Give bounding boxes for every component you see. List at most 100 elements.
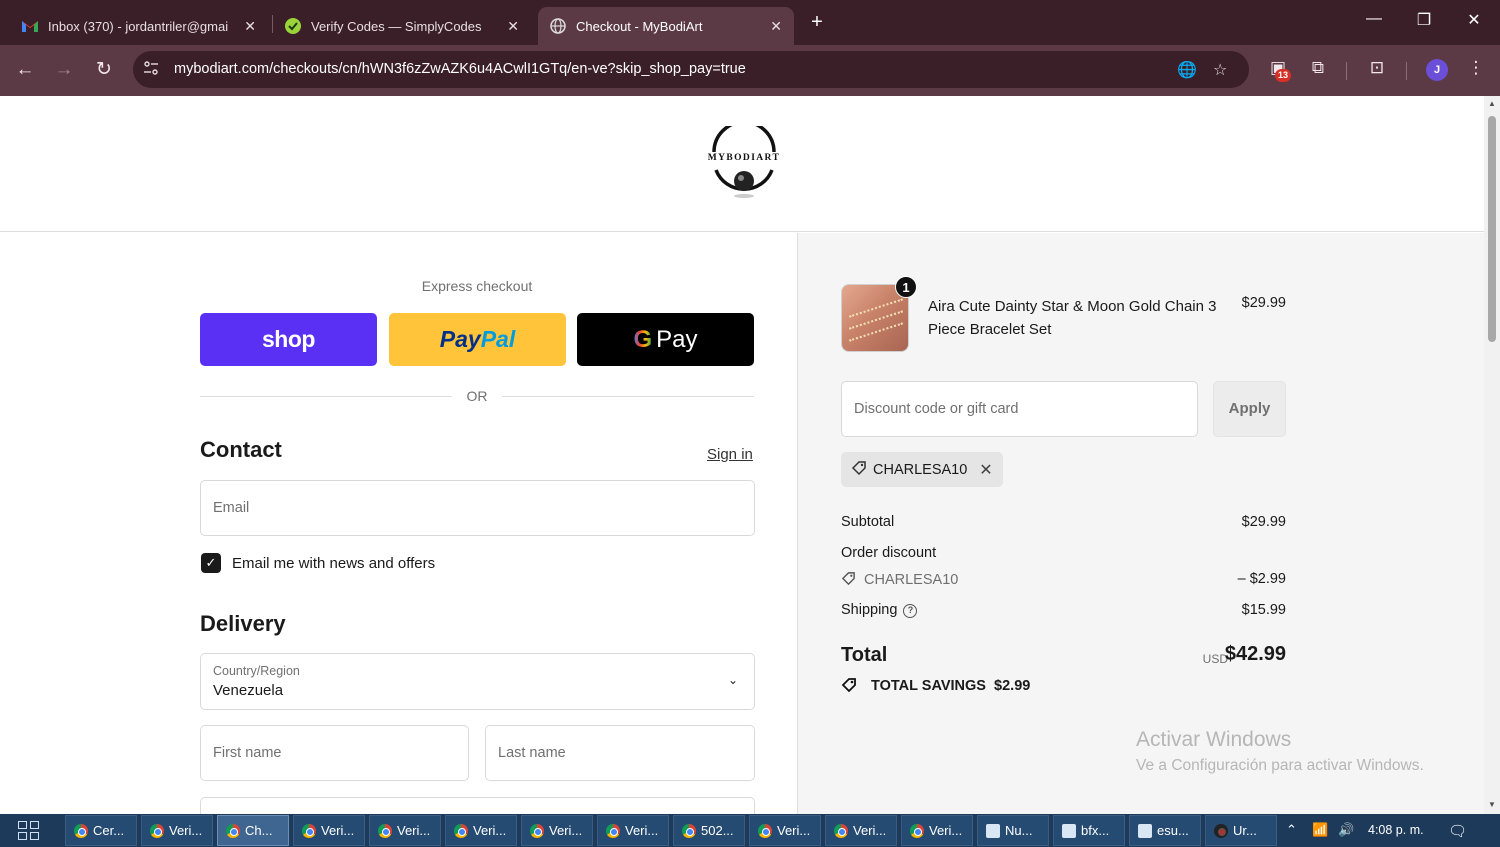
taskbar-label: Cer... [93,823,125,838]
chrome-icon [378,823,392,838]
last-name-field[interactable]: Last name [485,725,755,781]
reload-icon[interactable]: ↻ [92,58,116,82]
start-icon[interactable] [18,821,40,841]
subtotal-label: Subtotal [841,514,895,530]
product-price: $29.99 [1241,295,1286,311]
new-tab-button[interactable]: + [806,11,828,34]
close-tab-icon[interactable]: ✕ [244,18,256,35]
taskbar-label: Veri... [777,823,811,838]
contact-heading: Contact [200,437,282,462]
chrome-icon [74,823,88,838]
network-icon[interactable]: 📶 [1312,822,1328,838]
taskbar-notepad-window[interactable]: esu... [1129,815,1201,846]
tab-title: Checkout - MyBodiArt [576,18,703,34]
first-name-placeholder: First name [213,745,282,761]
url-text[interactable]: mybodiart.com/checkouts/cn/hWN3f6zZwAZK6… [174,61,746,77]
address-bar[interactable]: mybodiart.com/checkouts/cn/hWN3f6zZwAZK6… [133,51,1249,88]
tab-simplycodes[interactable]: Verify Codes — SimplyCodes ✕ [273,7,531,45]
taskbar-label: Veri... [169,823,203,838]
checkout-page: MYBODIART Express checkout shop Pay Pal G… [0,96,1484,814]
chrome-icon [302,823,316,838]
notifications-icon[interactable]: 🗨 [1448,822,1467,840]
taskbar-chrome-window[interactable]: 502... [673,815,745,846]
scroll-down-icon[interactable]: ▼ [1487,800,1497,809]
taskbar-label: Veri... [473,823,507,838]
volume-icon[interactable]: 🔊 [1338,822,1354,838]
chrome-icon [606,823,620,838]
taskbar-chrome-window[interactable]: Cer... [65,815,137,846]
taskbar-chrome-window[interactable]: Ch... [217,815,289,846]
taskbar-chrome-window[interactable]: Veri... [293,815,365,846]
shop-pay-button[interactable]: shop [200,313,377,366]
order-summary: 1 Aira Cute Dainty Star & Moon Gold Chai… [797,233,1484,814]
tab-gmail[interactable]: Inbox (370) - jordantriler@gmai ✕ [10,7,268,45]
tab-title: Inbox (370) - jordantriler@gmai [48,18,229,34]
subtotal-row: Subtotal $29.99 [841,514,1286,530]
email-field[interactable]: Email [200,480,755,536]
logo-text: MYBODIART [707,153,781,163]
google-pay-label: Pay [656,325,698,353]
taskbar-notepad-window[interactable]: bfx... [1053,815,1125,846]
extensions-puzzle-icon[interactable]: ⧉ [1305,58,1331,78]
paypal-button[interactable]: Pay Pal [389,313,566,366]
back-icon[interactable]: ← [13,58,37,82]
profile-avatar[interactable]: J [1426,59,1448,81]
translate-icon[interactable]: 🌐 [1177,60,1197,80]
google-g-icon: G [633,325,653,353]
scroll-up-icon[interactable]: ▲ [1487,99,1497,108]
taskbar-chrome-window[interactable]: Veri... [825,815,897,846]
page-scrollbar[interactable]: ▲ ▼ [1484,96,1500,814]
site-settings-icon[interactable] [143,60,161,78]
taskbar-chrome-window[interactable]: Veri... [749,815,821,846]
taskbar-label: 502... [701,823,734,838]
discount-code-input[interactable]: Discount code or gift card [841,381,1198,437]
shipping-label: Shipping [841,602,898,618]
tab-title: Verify Codes — SimplyCodes [311,18,482,34]
taskbar-label: Veri... [397,823,431,838]
scroll-thumb[interactable] [1488,116,1496,342]
remove-discount-icon[interactable]: ✕ [979,460,992,480]
taskbar-notepad-window[interactable]: Nu... [977,815,1049,846]
country-select[interactable]: Country/Region Venezuela ⌄ [200,653,755,710]
taskbar-label: Veri... [625,823,659,838]
close-window-icon[interactable]: ✕ [1459,10,1489,30]
close-tab-icon[interactable]: ✕ [507,18,519,35]
order-discount-row: Order discount [841,545,1286,561]
store-logo[interactable]: MYBODIART [702,120,786,202]
taskbar-app-window[interactable]: Ur... [1205,815,1277,846]
clock[interactable]: 4:08 p. m. [1368,823,1424,837]
forward-icon[interactable]: → [52,58,76,82]
last-name-placeholder: Last name [498,745,566,761]
minimize-icon[interactable]: — [1359,10,1389,28]
google-pay-button[interactable]: G Pay [577,313,754,366]
bookmark-star-icon[interactable]: ☆ [1213,60,1227,80]
email-placeholder: Email [213,500,250,516]
express-checkout-title: Express checkout [421,278,533,294]
extension-badge: 13 [1275,69,1292,82]
apply-discount-button[interactable]: Apply [1213,381,1286,437]
taskbar-chrome-window[interactable]: Veri... [369,815,441,846]
savings-value: $2.99 [994,678,1031,694]
sign-in-link[interactable]: Sign in [707,446,753,463]
newsletter-label[interactable]: Email me with news and offers [232,555,435,572]
side-panel-search-icon[interactable]: ⊡ [1364,58,1390,78]
taskbar-chrome-window[interactable]: Veri... [141,815,213,846]
newsletter-checkbox[interactable]: ✓ [201,553,221,573]
taskbar-chrome-window[interactable]: Veri... [521,815,593,846]
applied-discount-chip: CHARLESA10 ✕ [841,452,1003,487]
first-name-field[interactable]: First name [200,725,469,781]
help-icon[interactable]: ? [903,604,918,618]
close-tab-icon[interactable]: ✕ [770,18,782,35]
discount-placeholder: Discount code or gift card [854,401,1019,417]
address-field[interactable] [200,797,755,814]
restore-icon[interactable]: ❐ [1409,10,1439,30]
tray-chevron-up-icon[interactable]: ⌃ [1286,822,1297,838]
taskbar-label: Veri... [321,823,355,838]
menu-kebab-icon[interactable]: ⋮ [1463,58,1489,78]
tab-checkout[interactable]: Checkout - MyBodiArt ✕ [538,7,794,45]
taskbar-chrome-window[interactable]: Veri... [901,815,973,846]
taskbar-chrome-window[interactable]: Veri... [445,815,517,846]
taskbar-chrome-window[interactable]: Veri... [597,815,669,846]
taskbar-label: Ur... [1233,823,1257,838]
tag-icon [851,460,867,479]
